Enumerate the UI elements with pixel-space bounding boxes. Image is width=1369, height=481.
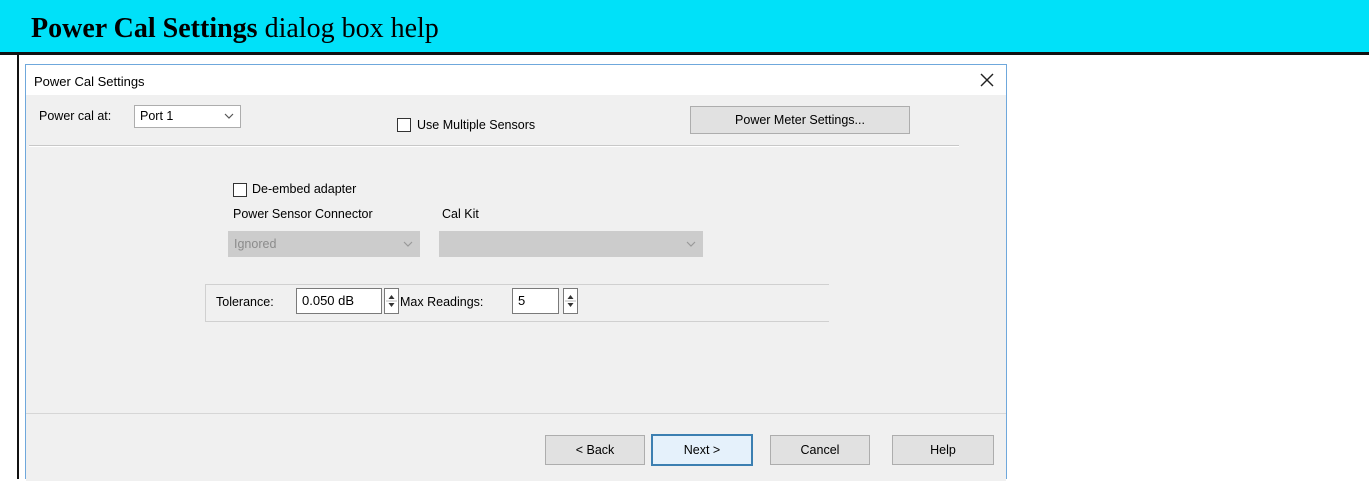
cal-kit-label: Cal Kit: [442, 207, 479, 221]
help-title-bold: Power Cal Settings: [31, 13, 258, 44]
chevron-down-icon: [403, 241, 413, 247]
tolerance-spinner[interactable]: [384, 288, 399, 314]
power-cal-at-value: Port 1: [140, 109, 174, 123]
power-cal-at-select[interactable]: Port 1: [134, 105, 241, 128]
close-icon: [980, 73, 994, 87]
max-readings-value: 5: [518, 293, 526, 308]
power-sensor-connector-select[interactable]: Ignored: [228, 231, 420, 257]
cancel-button[interactable]: Cancel: [770, 435, 870, 465]
power-cal-settings-dialog: Power Cal Settings Power cal at: Port 1 …: [25, 64, 1007, 481]
de-embed-adapter-label: De-embed adapter: [252, 182, 357, 196]
next-button[interactable]: Next >: [651, 434, 753, 466]
back-button[interactable]: < Back: [545, 435, 645, 465]
dialog-titlebar: Power Cal Settings: [26, 65, 1006, 95]
power-sensor-connector-label: Power Sensor Connector: [233, 207, 373, 221]
tolerance-input[interactable]: 0.050 dB: [296, 288, 382, 314]
chevron-down-icon: [686, 241, 696, 247]
max-readings-spinner[interactable]: [563, 288, 578, 314]
help-button[interactable]: Help: [892, 435, 994, 465]
dialog-title: Power Cal Settings: [34, 74, 145, 89]
help-title-rest: dialog box help: [257, 13, 439, 44]
help-page-title: Power Cal Settings dialog box help: [31, 13, 439, 45]
spinner-arrows-icon: [565, 295, 576, 307]
max-readings-label: Max Readings:: [400, 295, 484, 309]
left-border-rule: [17, 55, 19, 479]
spinner-arrows-icon: [386, 295, 397, 307]
help-page-header: Power Cal Settings dialog box help: [0, 0, 1369, 55]
power-sensor-connector-value: Ignored: [234, 237, 277, 251]
de-embed-adapter-checkbox[interactable]: [233, 183, 247, 197]
tolerance-label: Tolerance:: [216, 295, 274, 309]
cal-kit-select[interactable]: [439, 231, 703, 257]
top-separator: [29, 145, 959, 147]
max-readings-input[interactable]: 5: [512, 288, 559, 314]
use-multiple-sensors-label: Use Multiple Sensors: [417, 118, 536, 132]
power-meter-settings-button[interactable]: Power Meter Settings...: [690, 106, 910, 134]
tolerance-value: 0.050 dB: [302, 293, 355, 308]
close-button[interactable]: [976, 69, 998, 91]
power-cal-at-label: Power cal at:: [39, 109, 112, 123]
chevron-down-icon: [224, 113, 234, 119]
use-multiple-sensors-checkbox[interactable]: [397, 118, 411, 132]
